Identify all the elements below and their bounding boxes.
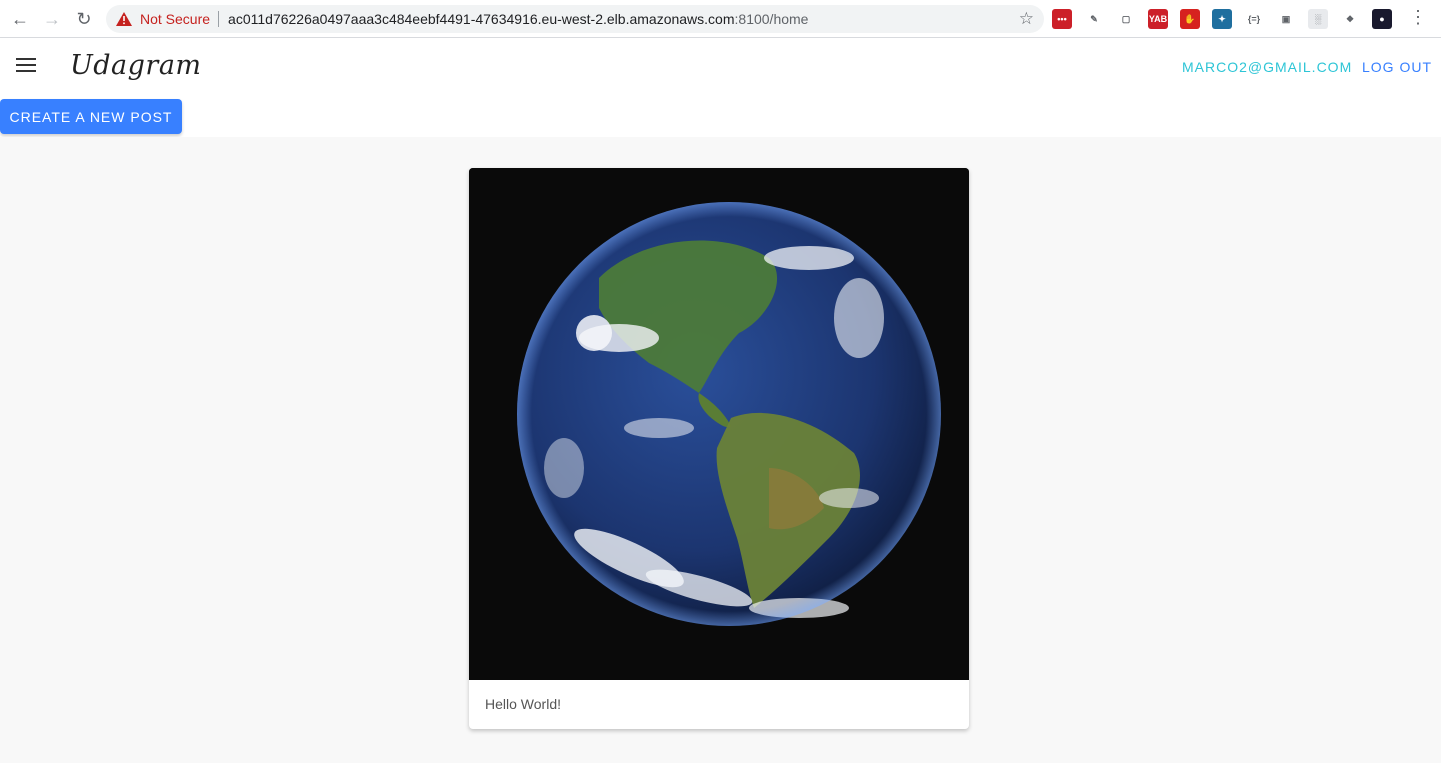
lastpass-icon[interactable]: ••• — [1052, 9, 1072, 29]
hamburger-menu-icon[interactable] — [16, 58, 36, 74]
security-label[interactable]: Not Secure — [140, 11, 210, 27]
reload-icon[interactable]: ↻ — [68, 3, 100, 35]
crosshair-icon[interactable]: ✦ — [1212, 9, 1232, 29]
json-icon[interactable]: {=} — [1244, 9, 1264, 29]
profile-icon[interactable]: ● — [1372, 9, 1392, 29]
bookmark-star-icon[interactable]: ☆ — [1019, 9, 1034, 29]
image-icon[interactable]: ▣ — [1276, 9, 1296, 29]
browser-toolbar: ← → ↻ Not Secure ac011d76226a0497aaa3c48… — [0, 0, 1441, 38]
address-separator — [218, 11, 220, 27]
create-post-bar: Create a new post — [0, 95, 1441, 137]
forward-icon[interactable]: → — [36, 3, 68, 35]
create-post-button[interactable]: Create a new post — [0, 99, 182, 134]
address-bar[interactable]: Not Secure ac011d76226a0497aaa3c484eebf4… — [106, 5, 1044, 33]
logout-button[interactable]: Log Out — [1362, 59, 1432, 75]
url-host: ac011d76226a0497aaa3c484eebf4491-4763491… — [228, 11, 735, 27]
app-header: Udagram marco2@gmail.com Log Out — [0, 38, 1441, 95]
extensions-bar: ••• ✎ ▢ YAB ✋ ✦ {=} ▣ ░ ❖ ● — [1052, 6, 1404, 32]
post-image — [469, 168, 969, 680]
back-icon[interactable]: ← — [4, 3, 36, 35]
user-email-button[interactable]: marco2@gmail.com — [1182, 59, 1352, 75]
browser-menu-icon[interactable]: ⋮ — [1409, 7, 1427, 28]
colorpicker-icon[interactable]: ✎ — [1084, 9, 1104, 29]
yab-icon[interactable]: YAB — [1148, 9, 1168, 29]
url-path: :8100/home — [734, 11, 809, 27]
post-caption: Hello World! — [485, 696, 561, 712]
post-card: Hello World! — [469, 168, 969, 729]
feed-content: Hello World! — [0, 137, 1441, 763]
adblock-icon[interactable]: ✋ — [1180, 9, 1200, 29]
earth-image-icon — [469, 168, 969, 680]
grid-icon[interactable]: ░ — [1308, 9, 1328, 29]
app-title: Udagram — [70, 50, 202, 81]
warning-icon — [116, 12, 132, 26]
puzzle-icon[interactable]: ❖ — [1340, 9, 1360, 29]
screenshot-icon[interactable]: ▢ — [1116, 9, 1136, 29]
